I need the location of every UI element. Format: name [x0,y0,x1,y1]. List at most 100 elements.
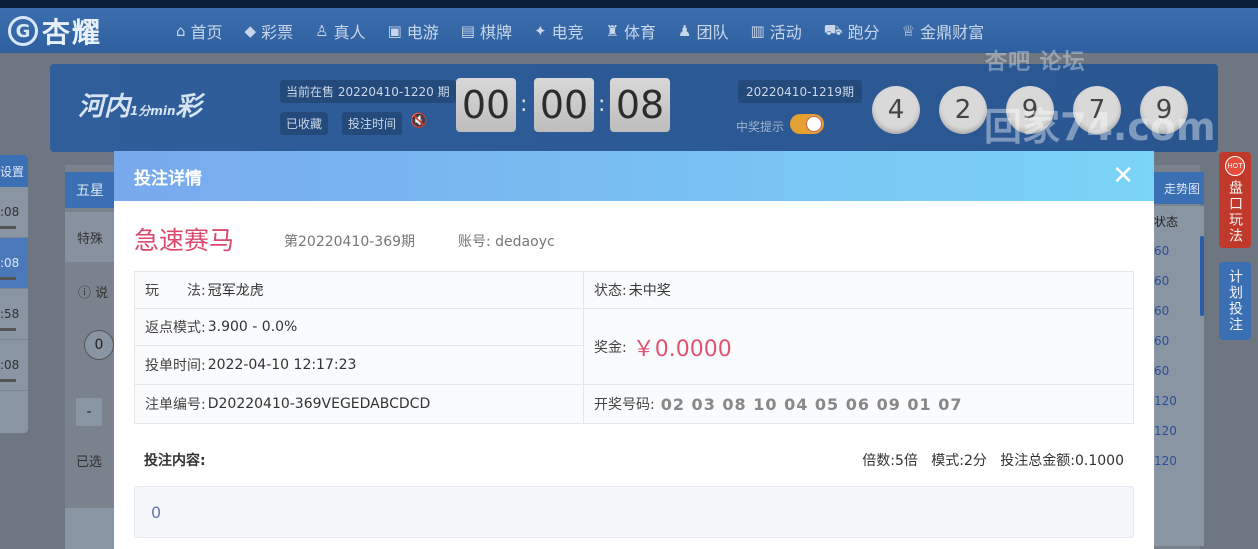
nav-item-home[interactable]: ⌂ 首页 [176,19,223,43]
nav-label: 团队 [696,22,729,42]
lottery-logo: 河内1分min彩 [78,92,202,122]
countdown-minutes: 00 [534,78,594,132]
modal-header: 投注详情 ✕ [114,151,1154,201]
nav-label: 棋牌 [479,22,512,42]
watermark-site: 回家74.com [984,105,1216,149]
countdown-colon: : [520,92,528,117]
bet-time-button[interactable]: 投注时间 [342,112,403,135]
mute-icon[interactable]: 🔇 [410,113,427,129]
lottery-icon: ◆ [244,21,257,40]
countdown-hours: 00 [456,78,516,132]
bet-content-box: 0 [134,486,1134,538]
on-sale-issue: 当前在售 20220410-1220 期 [280,80,456,103]
countdown-seconds: 08 [610,78,670,132]
nav-item-sports[interactable]: ♜ 体育 [606,19,656,43]
left-panel-row[interactable]: :58 [0,289,28,340]
favorited-button[interactable]: 已收藏 [280,112,329,135]
prize-cell: 奖金: ￥0.0000 [583,308,1134,385]
decrement-button[interactable]: - [76,398,102,426]
nav-label: 彩票 [261,22,294,42]
plan-bet-button[interactable]: 计划投注 [1219,262,1251,340]
right-record-column: 状态 60 60 60 60 60 120 120 120 [1154,206,1204,546]
home-icon: ⌂ [176,21,186,40]
bet-content-label: 投注内容: [144,453,206,469]
nav-item-race[interactable]: ⛟ 跑分 [824,19,880,43]
nav-item-slots[interactable]: ▣ 电游 [388,19,439,43]
handicap-play-button[interactable]: HOT 盘口玩法 [1219,152,1251,248]
tab-five-star[interactable]: 五星 [65,172,115,208]
left-settings-panel: 设置 :08 :08 :58 :08 [0,155,28,433]
countdown-colon: : [598,92,606,117]
nav-item-wealth[interactable]: ♕ 金鼎财富 [902,19,984,43]
nav-label: 体育 [624,22,657,42]
nav-label: 金鼎财富 [920,22,985,42]
gamepad-icon: ✦ [533,21,547,40]
status-col-header: 状态 [1154,214,1179,229]
record-value: 120 [1154,454,1177,468]
prize-amount: ￥0.0000 [632,336,732,362]
logo-mark-icon: G [8,16,38,46]
nav-item-live[interactable]: ♙ 真人 [315,19,365,43]
slot-icon: ▣ [387,21,402,40]
result-ball: 4 [872,86,920,134]
hot-badge-icon: HOT [1225,156,1245,176]
nav-label: 真人 [333,22,366,42]
team-icon: ♟ [678,21,692,40]
nav-item-lottery[interactable]: ◆ 彩票 [245,19,294,43]
live-dealer-icon: ♙ [315,21,329,40]
record-value: 60 [1154,274,1170,288]
bet-summary: 倍数:5倍 模式:2分 投注总金额:0.1000 [862,453,1124,469]
close-icon[interactable]: ✕ [1112,163,1134,189]
account-info: 账号: dedaoyc [458,234,555,250]
gift-icon: ▥ [750,21,765,40]
record-value: 60 [1154,244,1170,258]
nav-label: 跑分 [847,22,880,42]
order-number-cell: 注单编号: D20220410-369VEGEDABCDCD [134,384,584,424]
description-link[interactable]: ⓘ 说 [78,282,108,301]
trend-chart-link[interactable]: 走势图 [1154,172,1204,204]
selected-count: 已选 [76,455,103,470]
nav-item-team[interactable]: ♟ 团队 [678,19,728,43]
bet-time-cell: 投单时间: 2022-04-10 12:17:23 [134,345,584,385]
record-value: 120 [1154,394,1177,408]
record-value: 60 [1154,304,1170,318]
left-panel-row[interactable]: :08 [0,340,28,391]
trophy-icon: ♜ [605,21,620,40]
rebate-cell: 返点模式: 3.900 - 0.0% [134,308,584,346]
brand-logo[interactable]: G 杏耀 [8,12,102,50]
bet-detail-modal: 投注详情 ✕ 急速赛马 第20220410-369期 账号: dedaoyc 玩… [114,151,1154,549]
draw-numbers: 02 03 08 10 04 05 06 09 01 07 [660,394,963,414]
nav-items: ⌂ 首页 ◆ 彩票 ♙ 真人 ▣ 电游 ▤ 棋牌 ✦ 电竞 ♜ 体育 ♟ 团队 ▥ 活动 ⛟ 跑分 … [176,8,984,53]
win-hint-toggle[interactable] [790,114,824,134]
nav-item-events[interactable]: ▥ 活动 [751,19,802,43]
tab-special[interactable]: 特殊 [65,212,115,262]
watermark-forum: 杏吧 论坛 [985,50,1086,75]
record-value: 120 [1154,424,1177,438]
play-method-cell: 玩 法: 冠军龙虎 [134,271,584,309]
cards-icon: ▤ [460,21,475,40]
modal-title: 投注详情 [134,168,202,189]
draw-number-cell: 开奖号码: 02 03 08 10 04 05 06 09 01 07 [583,384,1134,424]
car-icon: ⛟ [823,20,843,39]
number-ball[interactable]: 0 [84,330,114,360]
nav-label: 首页 [190,22,223,42]
left-panel-row[interactable]: :08 [0,187,28,238]
brand-name: 杏耀 [42,16,103,49]
nav-label: 电竞 [551,22,584,42]
status-cell: 状态: 未中奖 [583,271,1134,309]
issue-number: 第20220410-369期 [284,234,416,250]
nav-item-esports[interactable]: ✦ 电竞 [534,19,584,43]
nav-label: 活动 [769,22,802,42]
lottery-name: 急速赛马 [134,226,235,255]
record-value: 60 [1154,334,1170,348]
nav-label: 电游 [406,22,439,42]
result-ball: 2 [939,86,987,134]
nav-item-cards[interactable]: ▤ 棋牌 [461,19,512,43]
left-panel-row[interactable]: :08 [0,238,28,289]
wealth-icon: ♕ [901,21,916,40]
scrollbar[interactable] [1200,236,1204,316]
top-strip [0,0,1258,8]
record-value: 60 [1154,364,1170,378]
bottom-panel [65,508,115,549]
left-panel-header[interactable]: 设置 [0,155,28,187]
